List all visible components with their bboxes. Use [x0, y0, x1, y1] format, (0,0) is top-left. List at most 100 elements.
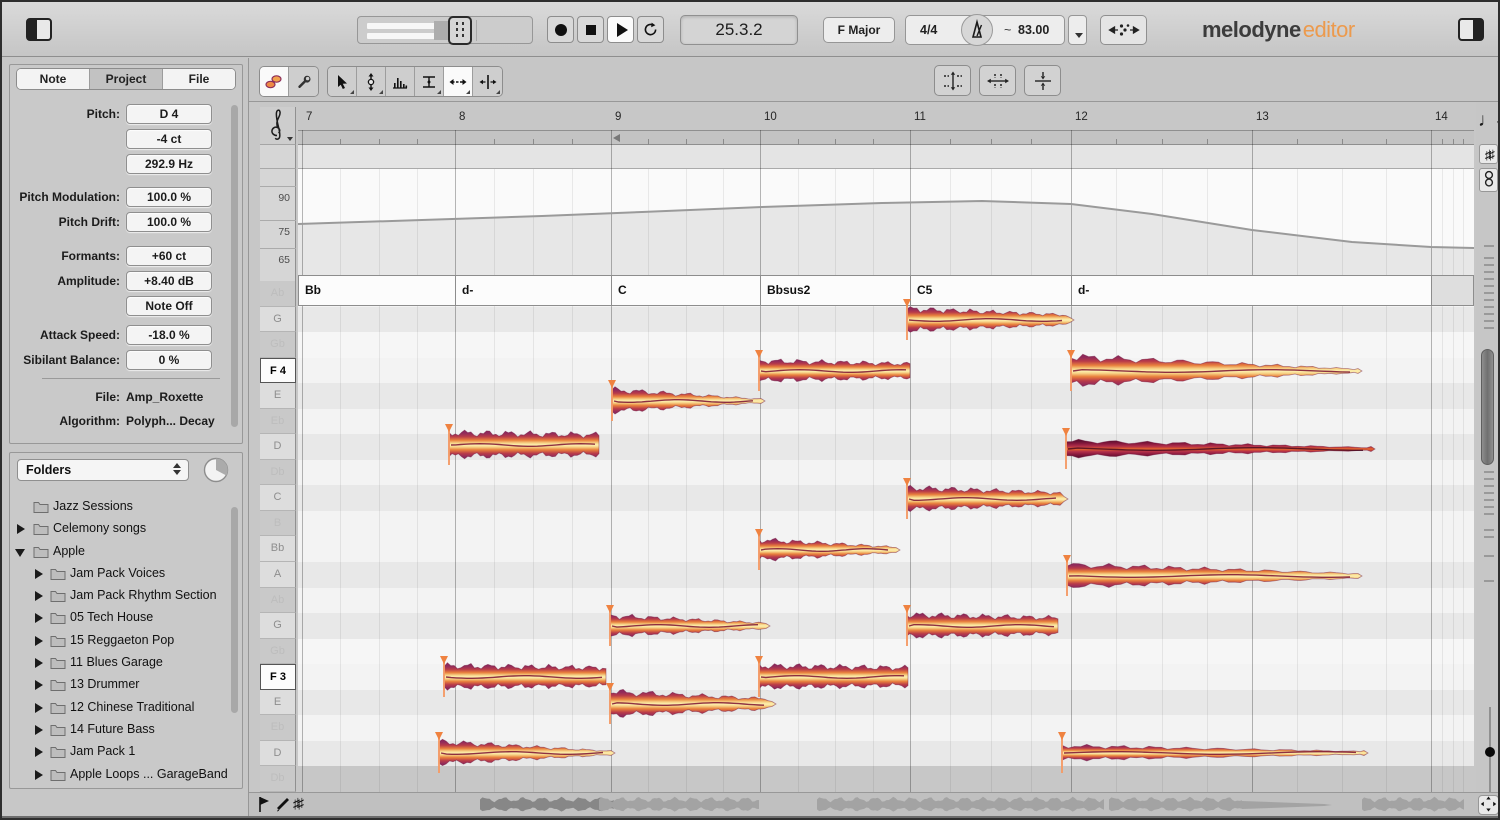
quantize-time-macro-button[interactable]	[979, 65, 1016, 96]
correct-pitch-macro-button[interactable]	[934, 65, 971, 96]
pitch-ruler-cell[interactable]: E	[260, 383, 296, 409]
folder-item[interactable]: Apple Loops ... GarageBand	[10, 763, 230, 785]
overview-waveform-blob[interactable]	[1362, 796, 1464, 812]
song-overview-strip[interactable]: ♯♯	[249, 792, 1498, 817]
pitch-drift-field[interactable]: 100.0 %	[126, 212, 212, 232]
chord-cell[interactable]: d-	[455, 275, 611, 306]
folder-item[interactable]: 11 Blues Garage	[10, 651, 230, 673]
pitch-hz-field[interactable]: 292.9 Hz	[126, 154, 212, 174]
disclosure-triangle[interactable]	[35, 747, 43, 758]
play-button[interactable]	[607, 16, 634, 43]
overview-waveform-blob[interactable]	[817, 796, 1104, 812]
pitch-drift-tool[interactable]	[415, 67, 444, 96]
edit-blobs-mode-button[interactable]	[260, 67, 289, 96]
stop-button[interactable]	[577, 16, 604, 43]
folder-item[interactable]: Jazz Sessions	[10, 495, 230, 517]
chord-cell[interactable]	[1431, 275, 1474, 306]
formants-field[interactable]: +60 ct	[126, 246, 212, 266]
disclosure-triangle[interactable]	[35, 591, 43, 602]
folder-item[interactable]: 05 Tech House	[10, 606, 230, 628]
quarter-note-icon[interactable]: ♩▾	[1478, 110, 1498, 132]
pitch-ruler-cell[interactable]: Ab	[260, 587, 296, 614]
inspector-scrollbar[interactable]	[231, 105, 238, 427]
pitch-modulation-field[interactable]: 100.0 %	[126, 187, 212, 207]
tab-file[interactable]: File	[163, 69, 235, 89]
pitch-cents-field[interactable]: -4 ct	[126, 129, 212, 149]
disclosure-triangle[interactable]	[35, 724, 43, 735]
overview-waveform-blob[interactable]	[1109, 796, 1242, 812]
overview-selection[interactable]	[480, 796, 614, 812]
bar-timeline[interactable]: 7 8 9 10 11 12 13 14	[298, 107, 1474, 130]
pitch-ruler[interactable]: Ab G Gb F 4 E Eb D Db C B Bb A Ab G Gb F 3 E Eb D Db	[260, 281, 296, 792]
browser-scrollbar[interactable]	[231, 507, 238, 713]
level-macro-button[interactable]	[1024, 65, 1061, 96]
timeline-tick-strip[interactable]	[298, 130, 1474, 145]
toggle-left-panel-icon[interactable]	[26, 18, 52, 41]
playhead-marker[interactable]	[613, 134, 620, 142]
tab-project[interactable]: Project	[90, 69, 163, 89]
pitch-ruler-cell[interactable]: B	[260, 510, 296, 537]
scale-snap-icon[interactable]: ♯♯	[1479, 144, 1498, 164]
disclosure-triangle[interactable]	[35, 568, 43, 579]
pitch-ruler-cell[interactable]: F 4	[260, 357, 296, 384]
browser-filter-dropdown[interactable]: Folders	[17, 459, 189, 481]
slider-handle[interactable]	[448, 16, 472, 45]
attack-speed-field[interactable]: -18.0 %	[126, 325, 212, 345]
time-signature-value[interactable]: 4/4	[920, 23, 937, 37]
pitch-ruler-cell[interactable]: G	[260, 613, 296, 639]
pitch-ruler-cell[interactable]: Gb	[260, 332, 296, 358]
editor-canvas[interactable]: 90 75 65 Ab G Gb F 4 E Eb D Db C B Bb A Ab G Gb F 3 E Eb D Db…	[260, 107, 1474, 792]
folder-item[interactable]: 15 Reggaeton Pop	[10, 629, 230, 651]
sibilant-balance-field[interactable]: 0 %	[126, 350, 212, 370]
chord-cell[interactable]: Bb	[298, 275, 455, 306]
pan-zoom-tool-button[interactable]	[1478, 795, 1498, 815]
disclosure-triangle[interactable]	[35, 613, 43, 624]
pitch-ruler-cell[interactable]: D	[260, 740, 296, 767]
chord-cell[interactable]: d-	[1071, 275, 1431, 306]
key-button[interactable]: F Major	[823, 17, 895, 43]
pitch-ruler-cell[interactable]: Ab	[260, 281, 296, 307]
folder-item[interactable]: Celemony songs	[10, 517, 230, 539]
tempo-ruler[interactable]: 90 75 65	[260, 169, 296, 281]
pitch-ruler-cell[interactable]: Eb	[260, 715, 296, 741]
pitch-ruler-cell[interactable]: Db	[260, 766, 296, 792]
disclosure-triangle[interactable]	[17, 524, 25, 535]
pencil-icon[interactable]	[275, 796, 291, 817]
sharp-pair-icon[interactable]: ♯♯	[293, 795, 304, 813]
pie-meter-icon[interactable]	[203, 457, 229, 488]
chord-cell[interactable]: C	[611, 275, 760, 306]
pitch-ruler-cell[interactable]: A	[260, 562, 296, 588]
disclosure-triangle[interactable]	[35, 635, 43, 646]
note-assignment-tool-button[interactable]	[289, 67, 318, 96]
pitch-ruler-cell[interactable]: Eb	[260, 408, 296, 435]
pitch-ruler-cell[interactable]: Db	[260, 459, 296, 486]
disclosure-triangle[interactable]	[35, 769, 43, 780]
amplitude-field[interactable]: +8.40 dB	[126, 271, 212, 291]
folder-item[interactable]: Jam Pack Voices	[10, 562, 230, 584]
pitch-ruler-cell[interactable]: Gb	[260, 638, 296, 665]
main-tool-pointer[interactable]	[328, 67, 357, 96]
pitch-ruler-cell[interactable]: G	[260, 306, 296, 333]
pitch-ruler-cell[interactable]: E	[260, 689, 296, 716]
pitch-ruler-cell[interactable]: C	[260, 485, 296, 511]
folder-item[interactable]: 12 Chinese Traditional	[10, 696, 230, 718]
folder-item[interactable]: 14 Future Bass	[10, 718, 230, 740]
pitch-tool[interactable]	[357, 67, 386, 96]
pitch-ruler-cell[interactable]: F 3	[260, 664, 296, 690]
toggle-right-panel-icon[interactable]	[1458, 18, 1484, 41]
tempo-dropdown-button[interactable]	[1068, 15, 1087, 45]
folder-item[interactable]: Apple	[10, 540, 230, 562]
folder-item[interactable]: Jam Pack 1	[10, 740, 230, 762]
clef-selector[interactable]	[260, 107, 296, 145]
note-off-button[interactable]: Note Off	[126, 296, 212, 316]
disclosure-triangle[interactable]	[35, 702, 43, 713]
folder-item[interactable]: 13 Drummer	[10, 673, 230, 695]
scroll-zoom-slider[interactable]	[357, 16, 533, 45]
pitch-modulation-tool[interactable]	[386, 67, 415, 96]
tab-note[interactable]: Note	[17, 69, 90, 89]
disclosure-triangle[interactable]	[15, 548, 25, 557]
time-signature-tempo-group[interactable]: 4/4 ~ 83.00	[905, 14, 1065, 46]
loop-button[interactable]	[637, 16, 664, 43]
metronome-icon[interactable]	[961, 14, 993, 46]
overview-waveform-blob[interactable]	[599, 796, 759, 812]
